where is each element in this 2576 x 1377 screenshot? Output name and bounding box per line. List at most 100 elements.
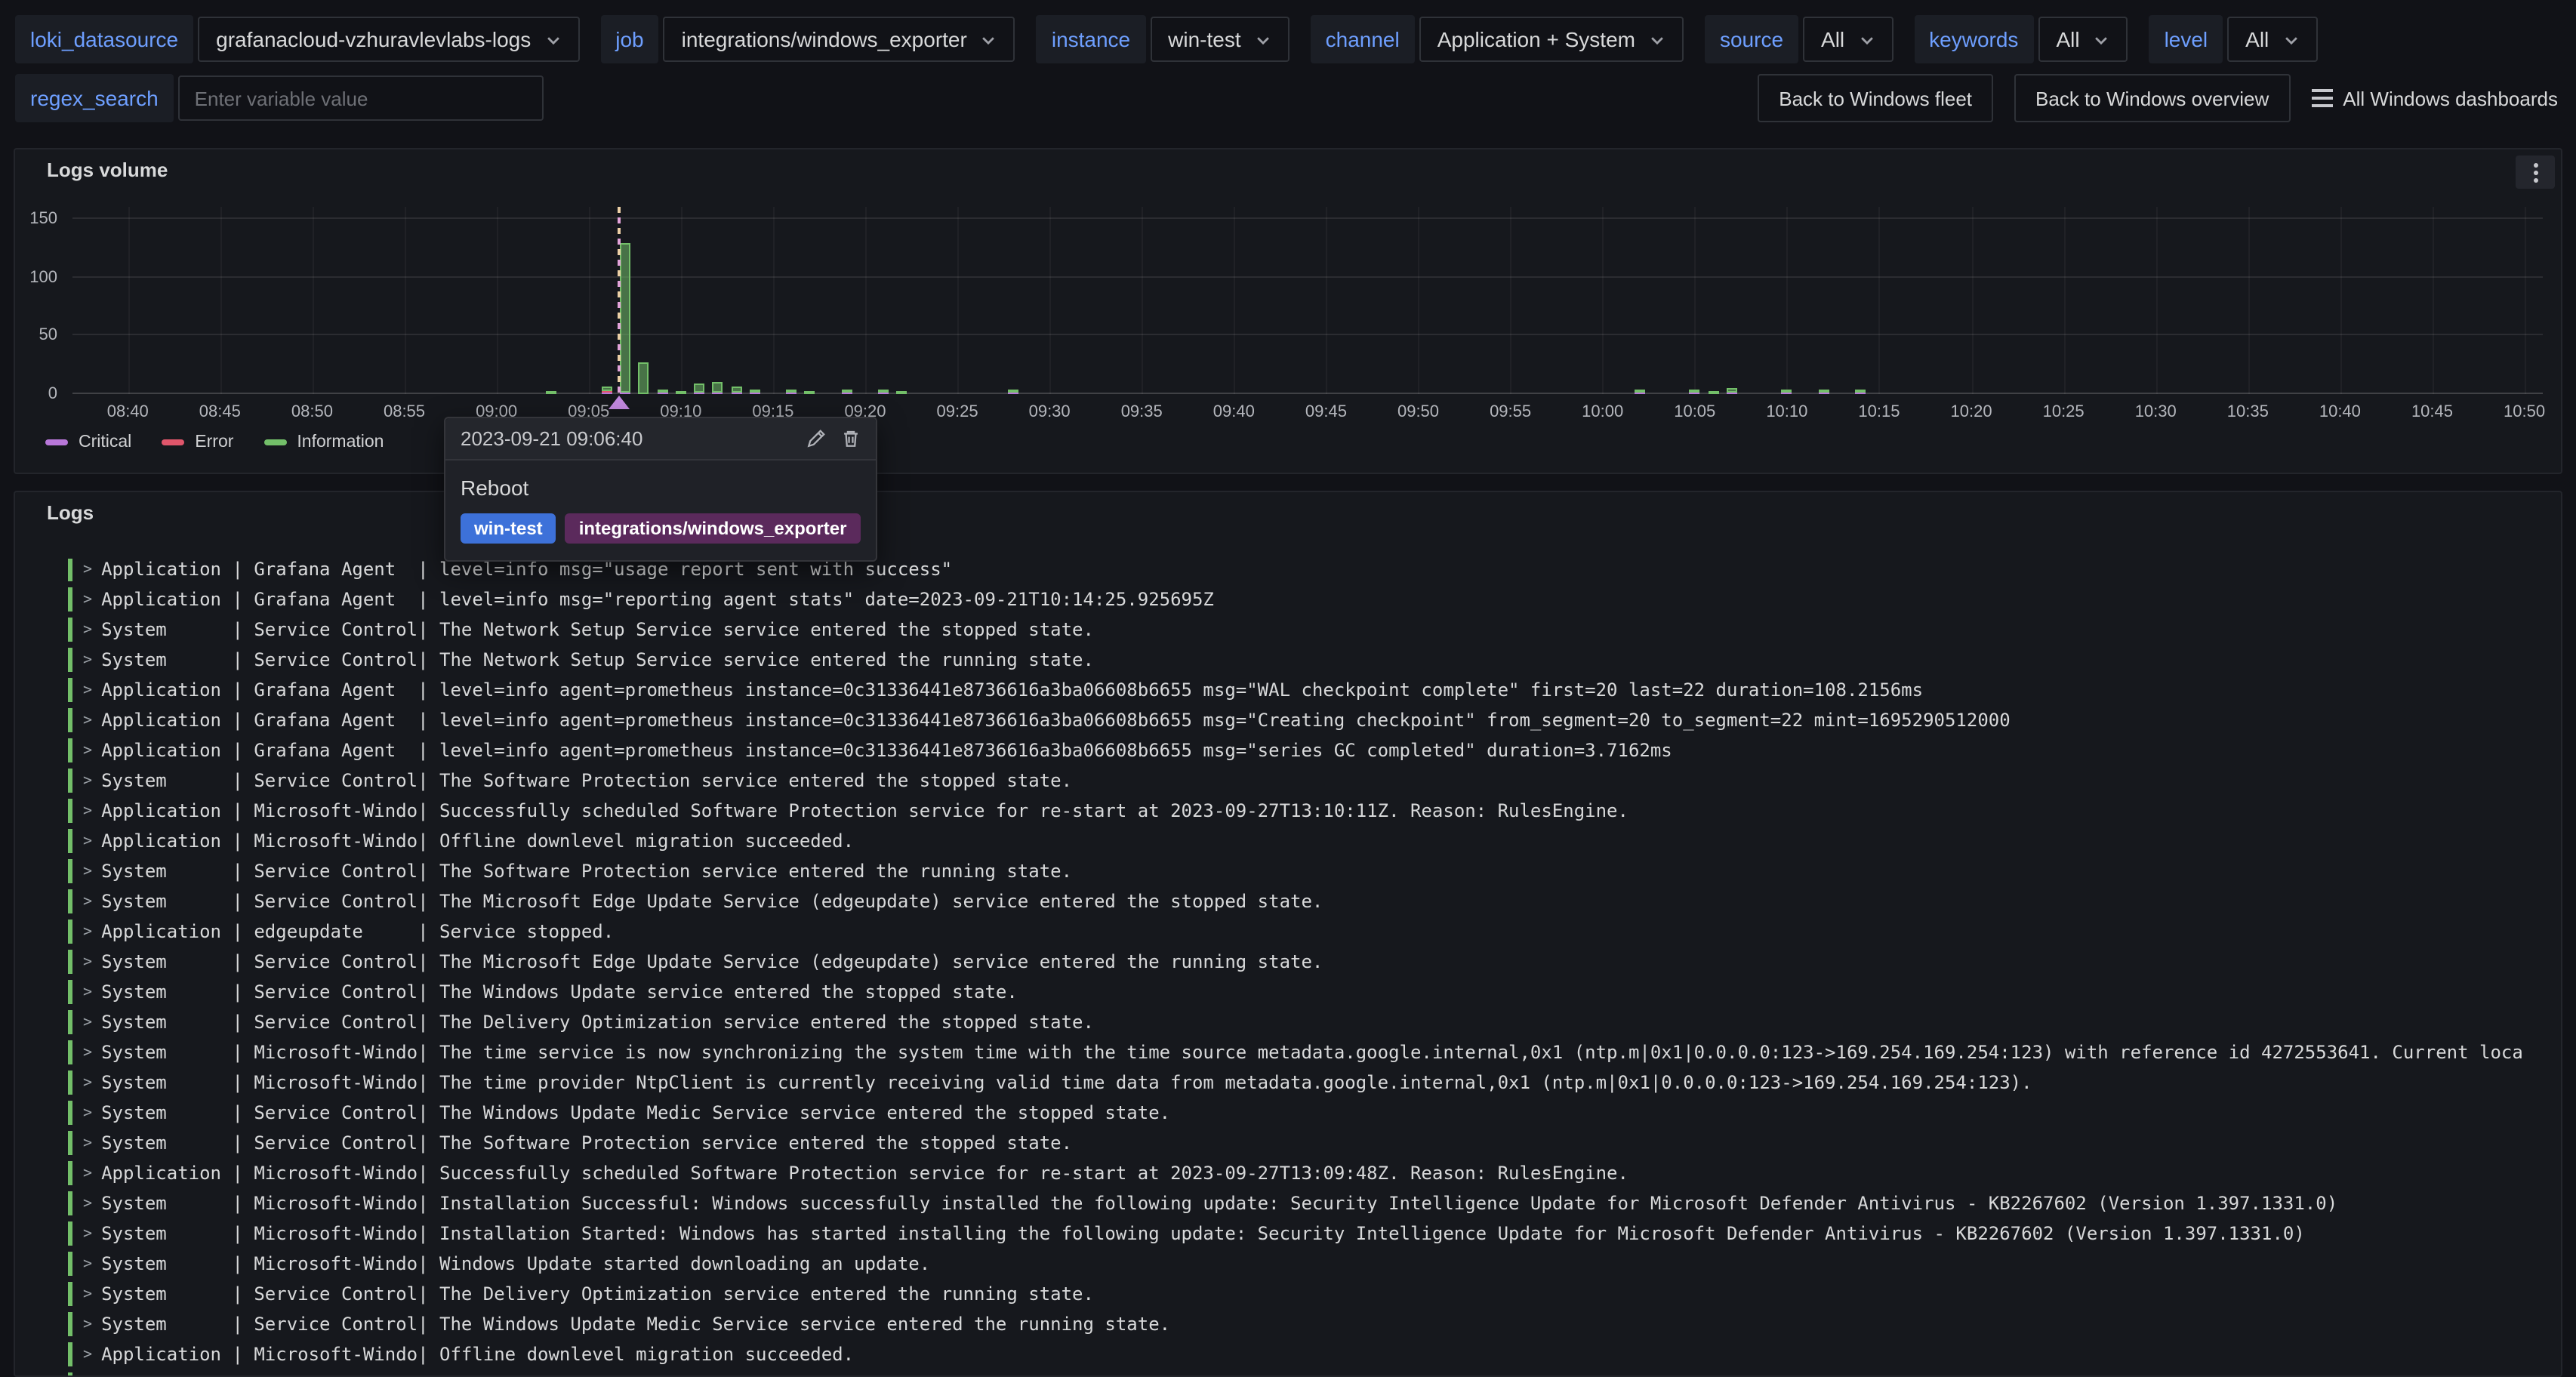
back-to-windows-overview-button[interactable]: Back to Windows overview: [2014, 74, 2290, 122]
annotation-tooltip-body: Reboot win-testintegrations/windows_expo…: [445, 461, 875, 560]
expand-chevron-icon[interactable]: >: [83, 742, 92, 759]
expand-chevron-icon[interactable]: >: [83, 1074, 92, 1091]
x-gridline: [2063, 207, 2065, 394]
log-line-text: System | Service Control| The Delivery O…: [101, 1012, 1094, 1033]
log-row[interactable]: > System | Microsoft-Windo| The time pro…: [33, 1072, 2555, 1093]
x-gridline: [2525, 207, 2526, 394]
log-row[interactable]: > System | Service Control| The Windows …: [33, 1102, 2555, 1123]
y-gridline: [72, 217, 2543, 219]
expand-chevron-icon[interactable]: >: [83, 984, 92, 1000]
log-row[interactable]: > Application | Grafana Agent | level=in…: [33, 740, 2555, 761]
expand-chevron-icon[interactable]: >: [83, 652, 92, 668]
variable-select[interactable]: integrations/windows_exporter: [664, 17, 1015, 62]
expand-chevron-icon[interactable]: >: [83, 1104, 92, 1121]
log-row[interactable]: > Application | Microsoft-Windo| Offline…: [33, 1344, 2555, 1365]
expand-chevron-icon[interactable]: >: [83, 1195, 92, 1212]
log-row[interactable]: > System | Service Control| The Software…: [33, 861, 2555, 882]
legend-item-error[interactable]: Error: [162, 433, 233, 451]
expand-chevron-icon[interactable]: >: [83, 923, 92, 940]
log-line-text: System | Service Control| The Network Se…: [101, 619, 1094, 640]
expand-chevron-icon[interactable]: >: [83, 1135, 92, 1151]
log-row[interactable]: > Application | Grafana Agent | level=in…: [33, 679, 2555, 701]
all-windows-dashboards-link[interactable]: All Windows dashboards: [2311, 87, 2558, 109]
panel-menu-kebab-icon[interactable]: [2516, 156, 2555, 189]
expand-chevron-icon[interactable]: >: [83, 591, 92, 608]
log-row[interactable]: > System | Service Control| The Microsof…: [33, 951, 2555, 972]
log-line-text: Application | Grafana Agent | level=info…: [101, 589, 1214, 610]
chart-bar-segment-information: [1007, 390, 1018, 393]
legend-item-information[interactable]: Information: [263, 433, 384, 451]
log-row[interactable]: > Application | edgeupdate | Service sto…: [33, 921, 2555, 942]
variable-control-loki_datasource: loki_datasource grafanacloud-vzhuravlevl…: [15, 15, 579, 63]
x-gridline: [2340, 207, 2341, 394]
log-row-partial[interactable]: >: [33, 1374, 2555, 1375]
expand-chevron-icon[interactable]: >: [83, 1286, 92, 1302]
back-to-windows-fleet-button[interactable]: Back to Windows fleet: [1758, 74, 1993, 122]
log-level-indicator: [68, 1101, 72, 1125]
x-tick-label: 10:35: [2227, 403, 2269, 421]
expand-chevron-icon[interactable]: >: [83, 682, 92, 698]
log-row[interactable]: > System | Microsoft-Windo| Windows Upda…: [33, 1253, 2555, 1274]
log-row[interactable]: > System | Service Control| The Software…: [33, 770, 2555, 791]
log-row[interactable]: > System | Service Control| The Network …: [33, 649, 2555, 670]
annotation-tag[interactable]: integrations/windows_exporter: [565, 513, 861, 544]
log-row[interactable]: > System | Service Control| The Delivery…: [33, 1283, 2555, 1305]
expand-chevron-icon[interactable]: >: [83, 1316, 92, 1332]
log-row[interactable]: > System | Service Control| The Windows …: [33, 1314, 2555, 1335]
expand-chevron-icon[interactable]: >: [83, 802, 92, 819]
expand-chevron-icon[interactable]: >: [83, 712, 92, 729]
expand-chevron-icon[interactable]: >: [83, 893, 92, 910]
log-row[interactable]: > System | Microsoft-Windo| Installation…: [33, 1223, 2555, 1244]
log-row[interactable]: > Application | Grafana Agent | level=in…: [33, 710, 2555, 731]
expand-chevron-icon[interactable]: >: [83, 1014, 92, 1030]
expand-chevron-icon[interactable]: >: [83, 1225, 92, 1242]
edit-annotation-pencil-icon[interactable]: [806, 429, 825, 448]
log-row[interactable]: > System | Service Control| The Network …: [33, 619, 2555, 640]
expand-chevron-icon[interactable]: >: [83, 621, 92, 638]
expand-chevron-icon[interactable]: >: [83, 953, 92, 970]
log-row[interactable]: > System | Microsoft-Windo| Installation…: [33, 1193, 2555, 1214]
expand-chevron-icon[interactable]: >: [83, 1044, 92, 1061]
log-row[interactable]: > Application | Grafana Agent | level=in…: [33, 559, 2555, 580]
variable-row: loki_datasource grafanacloud-vzhuravlevl…: [15, 15, 2317, 63]
chart-bar: [786, 207, 797, 394]
expand-chevron-icon[interactable]: >: [83, 1165, 92, 1181]
log-line-text: System | Service Control| The Software P…: [101, 1132, 1072, 1154]
chevron-down-icon: [544, 31, 561, 48]
log-row[interactable]: > Application | Grafana Agent | level=in…: [33, 589, 2555, 610]
expand-chevron-icon[interactable]: >: [83, 1346, 92, 1363]
log-row[interactable]: > System | Microsoft-Windo| The time ser…: [33, 1042, 2555, 1063]
log-row[interactable]: > System | Service Control| The Microsof…: [33, 891, 2555, 912]
log-row[interactable]: > Application | Microsoft-Windo| Offline…: [33, 830, 2555, 852]
variable-select[interactable]: win-test: [1150, 17, 1289, 62]
log-row[interactable]: > Application | Microsoft-Windo| Success…: [33, 1163, 2555, 1184]
expand-chevron-icon[interactable]: >: [83, 833, 92, 849]
x-tick-label: 10:00: [1582, 403, 1623, 421]
x-gridline: [957, 207, 959, 394]
variable-select[interactable]: All: [1803, 17, 1893, 62]
log-level-indicator: [68, 678, 72, 702]
legend-label: Error: [195, 433, 233, 451]
variable-select[interactable]: All: [2227, 17, 2317, 62]
regex-search-input[interactable]: [178, 75, 544, 121]
expand-chevron-icon[interactable]: >: [83, 561, 92, 578]
x-gridline: [128, 207, 129, 394]
variable-select[interactable]: Application + System: [1419, 17, 1684, 62]
legend-item-critical[interactable]: Critical: [45, 433, 131, 451]
annotation-tag[interactable]: win-test: [461, 513, 556, 544]
chart-bar: [547, 207, 557, 394]
log-row[interactable]: > System | Service Control| The Delivery…: [33, 1012, 2555, 1033]
expand-chevron-icon[interactable]: >: [83, 863, 92, 879]
y-gridline: [72, 276, 2543, 277]
delete-annotation-trash-icon[interactable]: [840, 429, 860, 448]
expand-chevron-icon[interactable]: >: [83, 772, 92, 789]
log-row[interactable]: > Application | Microsoft-Windo| Success…: [33, 800, 2555, 821]
log-row[interactable]: > System | Service Control| The Software…: [33, 1132, 2555, 1154]
log-level-indicator: [68, 1282, 72, 1306]
variable-control-level: level All: [2149, 15, 2318, 63]
expand-chevron-icon[interactable]: >: [83, 1255, 92, 1272]
log-row[interactable]: > System | Service Control| The Windows …: [33, 981, 2555, 1003]
variable-select[interactable]: grafanacloud-vzhuravlevlabs-logs: [198, 17, 579, 62]
x-gridline: [1142, 207, 1143, 394]
variable-select[interactable]: All: [2038, 17, 2128, 62]
